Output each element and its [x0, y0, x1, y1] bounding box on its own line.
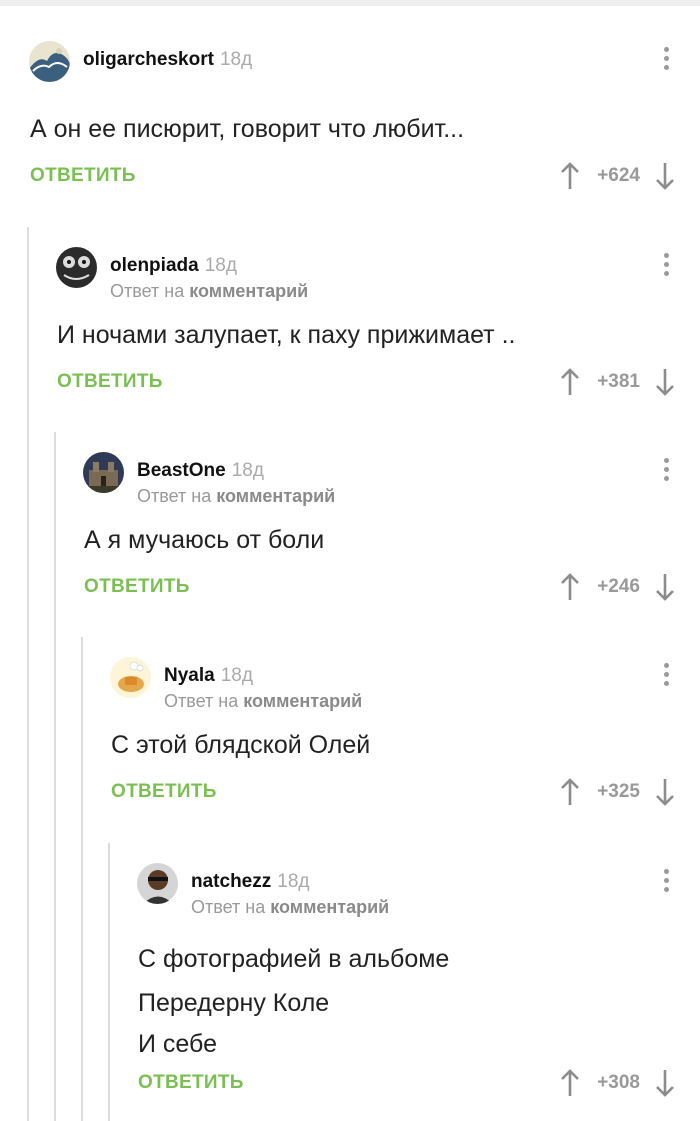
comment-text: Передерну Коле: [138, 989, 330, 1017]
vote-controls: +325: [559, 777, 676, 807]
username[interactable]: oligarcheskort 18д: [83, 49, 252, 71]
comment-text: А я мучаюсь от боли: [84, 526, 325, 554]
upvote-icon[interactable]: [559, 161, 581, 191]
more-options-icon[interactable]: [662, 663, 670, 691]
more-options-icon[interactable]: [662, 869, 670, 897]
downvote-icon[interactable]: [654, 572, 676, 602]
reply-to-note: Ответ на комментарий: [164, 691, 363, 711]
vote-score: +308: [597, 1072, 640, 1093]
downvote-icon[interactable]: [654, 161, 676, 191]
vote-controls: +246: [559, 572, 676, 602]
reply-target-link[interactable]: комментарий: [243, 691, 362, 711]
comment-body: А он ее писюрит, говорит что любит...: [30, 115, 464, 144]
timestamp: 18д: [231, 460, 264, 481]
reply-button[interactable]: ОТВЕТИТЬ: [138, 1072, 244, 1094]
comment-body: А я мучаюсь от боли: [84, 526, 324, 555]
vote-score: +381: [597, 371, 640, 392]
vote-controls: +381: [559, 367, 676, 397]
avatar[interactable]: [29, 41, 70, 82]
timestamp: 18д: [219, 49, 253, 70]
downvote-icon[interactable]: [654, 777, 676, 807]
username[interactable]: natchezz 18д: [191, 871, 309, 893]
reply-to-note: Ответ на комментарий: [191, 897, 390, 917]
reply-button[interactable]: ОТВЕТИТЬ: [57, 371, 163, 393]
reply-to-note: Ответ на комментарий: [137, 486, 336, 506]
reply-button[interactable]: ОТВЕТИТЬ: [111, 781, 217, 803]
more-options-icon[interactable]: [662, 253, 670, 281]
avatar[interactable]: [56, 247, 97, 288]
vote-score: +624: [597, 165, 640, 186]
more-options-icon[interactable]: [662, 47, 670, 75]
username[interactable]: olenpiada 18д: [110, 255, 237, 277]
thread-line: [81, 637, 83, 1121]
username[interactable]: Nyala 18д: [164, 665, 253, 687]
comment-body: И ночами залупает, к паху прижимает ..: [57, 321, 515, 350]
upvote-icon[interactable]: [559, 572, 581, 602]
comment-text: И ночами залупает, к паху прижимает ..: [57, 321, 516, 349]
timestamp: 18д: [204, 255, 237, 276]
upvote-icon[interactable]: [559, 777, 581, 807]
comment-body: С фотографией в альбоме Передерну Коле И…: [138, 937, 449, 1063]
more-options-icon[interactable]: [662, 458, 670, 486]
upvote-icon[interactable]: [559, 1068, 581, 1098]
reply-target-link[interactable]: комментарий: [189, 281, 308, 301]
reply-target-link[interactable]: комментарий: [270, 897, 389, 917]
vote-controls: +624: [559, 161, 676, 191]
vote-score: +325: [597, 781, 640, 802]
comment-body: С этой блядской Олей: [111, 731, 370, 760]
avatar[interactable]: [83, 452, 124, 493]
thread-line: [54, 432, 56, 1121]
downvote-icon[interactable]: [654, 367, 676, 397]
reply-target-link[interactable]: комментарий: [216, 486, 335, 506]
top-divider: [0, 0, 700, 6]
avatar[interactable]: [110, 657, 151, 698]
comment-text: С этой блядской Олей: [111, 731, 371, 759]
comment-text: И себе: [138, 1030, 217, 1058]
timestamp: 18д: [220, 665, 253, 686]
reply-to-note: Ответ на комментарий: [110, 281, 309, 301]
comment-text: С фотографией в альбоме: [138, 945, 450, 973]
downvote-icon[interactable]: [654, 1068, 676, 1098]
timestamp: 18д: [277, 871, 310, 892]
vote-controls: +308: [559, 1068, 676, 1098]
thread-line: [27, 227, 29, 1121]
vote-score: +246: [597, 576, 640, 597]
avatar[interactable]: [137, 863, 178, 904]
reply-button[interactable]: ОТВЕТИТЬ: [30, 165, 136, 187]
upvote-icon[interactable]: [559, 367, 581, 397]
reply-button[interactable]: ОТВЕТИТЬ: [84, 576, 190, 598]
username[interactable]: BeastOne 18д: [137, 460, 264, 482]
comment-text: А он ее писюрит, говорит что любит...: [30, 115, 465, 143]
thread-line: [108, 843, 110, 1121]
